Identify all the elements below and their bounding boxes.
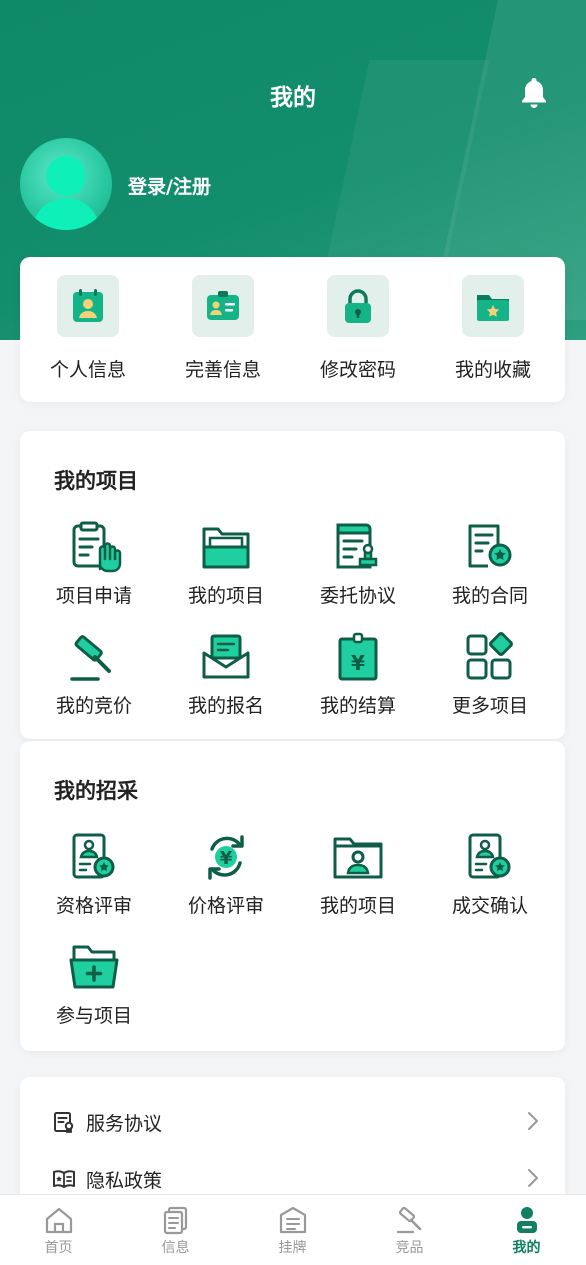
procurement-label: 资格评审 xyxy=(55,895,132,917)
project-label: 我的项目 xyxy=(187,585,264,607)
project-apply[interactable]: 项目申请 xyxy=(34,521,154,608)
tab-bidding[interactable]: 竞品 xyxy=(351,1195,468,1257)
tab-info[interactable]: 信息 xyxy=(117,1195,234,1257)
page-title: 我的 xyxy=(270,85,316,111)
project-my-settlement[interactable]: ¥ 我的结算 xyxy=(298,631,418,718)
procurement-qualification-review[interactable]: 资格评审 xyxy=(34,831,154,918)
chevron-right-icon xyxy=(528,1169,538,1187)
project-my-signup[interactable]: 我的报名 xyxy=(166,631,286,718)
tab-label: 我的 xyxy=(512,1240,541,1256)
quick-label: 完善信息 xyxy=(184,359,261,381)
stamp-document-icon xyxy=(336,523,378,569)
project-label: 我的竞价 xyxy=(55,695,132,717)
quick-actions-card: 个人信息 完善信息 修改密码 我的收藏 xyxy=(20,257,565,402)
my-projects-card: 我的项目 项目申请 我的项目 委托协议 我的合同 我的竞价 我的报名 ¥ 我的结… xyxy=(20,431,565,739)
project-my-bidding[interactable]: 我的竞价 xyxy=(34,631,154,718)
tab-label: 信息 xyxy=(161,1240,190,1256)
yuan-cycle-icon: ¥ xyxy=(208,835,244,880)
procurement-deal-confirm[interactable]: 成交确认 xyxy=(430,831,550,918)
project-entrust-agreement[interactable]: 委托协议 xyxy=(298,521,418,608)
tab-label: 竞品 xyxy=(395,1240,424,1256)
lock-icon xyxy=(327,275,389,337)
tab-label: 首页 xyxy=(44,1240,73,1256)
procurement-join-project[interactable]: 参与项目 xyxy=(34,941,154,1028)
contract-badge-icon xyxy=(468,524,512,568)
quick-label: 修改密码 xyxy=(319,359,396,381)
project-label: 更多项目 xyxy=(451,695,528,717)
tab-home[interactable]: 首页 xyxy=(0,1195,117,1257)
envelope-icon xyxy=(202,634,250,679)
section-title: 我的招采 xyxy=(54,779,138,803)
project-label: 我的结算 xyxy=(319,695,396,717)
project-label: 项目申请 xyxy=(55,585,132,607)
menu-label: 隐私政策 xyxy=(86,1169,163,1192)
grid-more-icon xyxy=(466,632,513,680)
quick-label: 我的收藏 xyxy=(454,359,531,381)
id-card-icon xyxy=(192,275,254,337)
procurement-my-project[interactable]: 我的项目 xyxy=(298,831,418,918)
tab-mine[interactable]: 我的 xyxy=(468,1195,585,1257)
bell-icon[interactable] xyxy=(520,76,548,108)
folder-icon xyxy=(202,527,250,569)
project-label: 我的合同 xyxy=(451,585,528,607)
documents-icon xyxy=(163,1206,187,1235)
star-folder-icon xyxy=(462,275,524,337)
svg-text:¥: ¥ xyxy=(220,848,233,869)
project-my-project[interactable]: 我的项目 xyxy=(166,521,286,608)
qualification-review-icon xyxy=(72,833,115,879)
avatar-body xyxy=(32,198,100,230)
procurement-label: 参与项目 xyxy=(55,1005,132,1027)
tab-listing[interactable]: 挂牌 xyxy=(234,1195,351,1257)
project-label: 我的报名 xyxy=(187,695,264,717)
chevron-right-icon xyxy=(528,1112,538,1130)
quick-personal-info[interactable]: 个人信息 xyxy=(38,275,138,382)
svg-text:¥: ¥ xyxy=(351,651,365,675)
login-register-link[interactable]: 登录/注册 xyxy=(128,172,211,199)
quick-label: 个人信息 xyxy=(49,359,126,381)
person-folder-icon xyxy=(333,837,383,879)
menu-service-agreement[interactable]: 服务协议 xyxy=(52,1102,538,1142)
gavel-icon xyxy=(70,635,111,681)
tab-label: 挂牌 xyxy=(278,1240,307,1256)
procurement-label: 我的项目 xyxy=(319,895,396,917)
folder-add-icon xyxy=(69,945,119,989)
project-my-contract[interactable]: 我的合同 xyxy=(430,521,550,608)
user-icon xyxy=(516,1207,537,1233)
my-procurement-card: 我的招采 资格评审 ¥ 价格评审 我的项目 成交确认 参与项目 xyxy=(20,741,565,1051)
bottom-tab-bar: 首页 信息 挂牌 竞品 我的 xyxy=(0,1194,586,1265)
deal-confirm-icon xyxy=(468,833,511,879)
section-title: 我的项目 xyxy=(54,469,138,493)
procurement-label: 成交确认 xyxy=(451,895,528,917)
project-label: 委托协议 xyxy=(319,585,396,607)
hand-clipboard-icon xyxy=(72,521,122,573)
avatar[interactable] xyxy=(20,138,112,230)
quick-change-password[interactable]: 修改密码 xyxy=(308,275,408,382)
procurement-label: 价格评审 xyxy=(187,895,264,917)
menu-privacy-policy[interactable]: 隐私政策 xyxy=(52,1159,538,1199)
privacy-book-icon xyxy=(53,1170,75,1188)
listing-icon xyxy=(279,1206,306,1234)
project-more[interactable]: 更多项目 xyxy=(430,631,550,718)
gavel-icon xyxy=(396,1206,421,1234)
id-badge-icon xyxy=(57,275,119,337)
menu-label: 服务协议 xyxy=(86,1112,163,1135)
agreement-icon xyxy=(54,1112,74,1133)
quick-my-favorites[interactable]: 我的收藏 xyxy=(443,275,543,382)
quick-complete-info[interactable]: 完善信息 xyxy=(173,275,273,382)
procurement-price-review[interactable]: ¥ 价格评审 xyxy=(166,831,286,918)
avatar-head xyxy=(46,156,86,196)
yuan-receipt-icon: ¥ xyxy=(338,632,378,681)
home-icon xyxy=(45,1207,72,1234)
